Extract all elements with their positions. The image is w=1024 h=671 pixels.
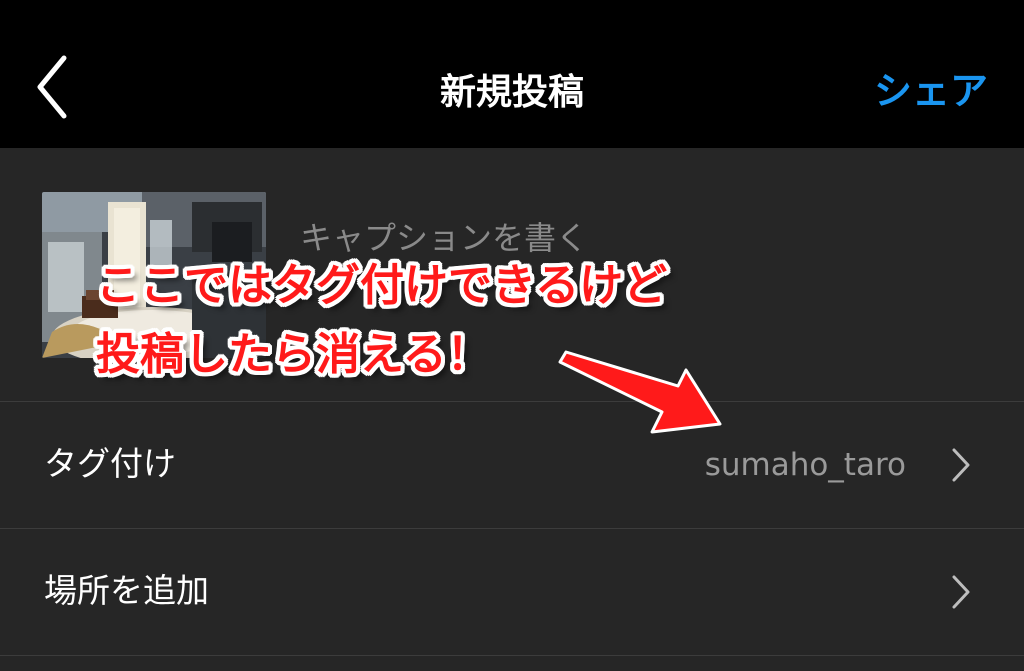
add-location-row[interactable]: 場所を追加 xyxy=(0,529,1024,655)
share-button[interactable]: シェア xyxy=(874,64,988,118)
divider xyxy=(0,655,1024,656)
chevron-right-icon xyxy=(952,448,970,482)
top-navigation-bar: 新規投稿 シェア xyxy=(0,0,1024,148)
tag-people-label: タグ付け xyxy=(44,444,176,483)
annotation-line-1: ここではタグ付けできるけど xyxy=(96,260,668,311)
add-location-label: 場所を追加 xyxy=(44,571,209,610)
page-title: 新規投稿 xyxy=(439,72,584,113)
tag-people-row[interactable]: タグ付け sumaho_taro xyxy=(0,402,1024,528)
red-arrow-icon xyxy=(558,350,722,434)
annotation-line-2: 投稿したら消える！ xyxy=(96,329,491,380)
chevron-right-icon xyxy=(952,575,970,609)
caption-input[interactable]: キャプションを書く xyxy=(300,216,780,260)
tagged-user-value: sumaho_taro xyxy=(704,447,906,483)
